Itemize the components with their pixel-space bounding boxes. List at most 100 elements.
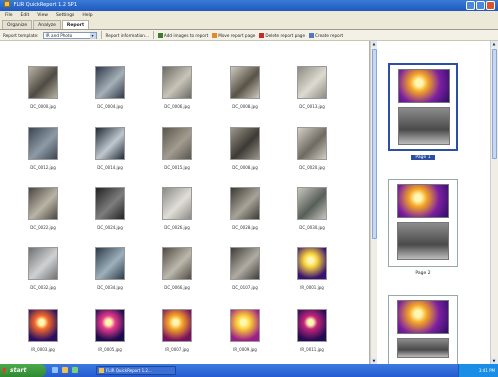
window-titlebar[interactable]: FLIR QuickReport 1.2 SP1	[0, 0, 498, 11]
delete-page-button[interactable]: Delete report page	[259, 32, 305, 38]
report-page-thumbnail[interactable]	[388, 295, 458, 365]
tab-analyze[interactable]: Analyze	[33, 20, 61, 29]
thumbnail-caption: DC_0013.jpg	[299, 104, 325, 109]
photo-image	[95, 127, 125, 160]
thermal-image	[397, 300, 449, 334]
move-page-button[interactable]: Move report page	[212, 32, 255, 38]
quicklaunch-desktop-icon[interactable]	[72, 367, 78, 373]
thumbnail-caption: IR_0003.jpg	[31, 347, 55, 352]
page-label: Page 1	[388, 155, 458, 160]
photo-image	[397, 222, 449, 260]
gallery-thumbnail[interactable]: DC_0066.jpg	[148, 247, 208, 303]
thermal-image	[162, 309, 192, 342]
clock: 3:41 PM	[478, 368, 495, 373]
start-button[interactable]: start	[0, 364, 46, 377]
gallery-thumbnail[interactable]: DC_0034.jpg	[81, 247, 141, 303]
template-select[interactable]: IR and Photo ▾	[42, 31, 97, 39]
report-info-label: Report information...	[105, 32, 149, 38]
thumbnail-caption: DC_0032.jpg	[30, 285, 56, 290]
gallery-thumbnail[interactable]: IR_0003.jpg	[14, 309, 74, 365]
gallery-thumbnail[interactable]: DC_0024.jpg	[81, 187, 141, 243]
tab-report[interactable]: Report	[61, 20, 90, 29]
gallery-thumbnail[interactable]: DC_0022.jpg	[14, 187, 74, 243]
gallery-thumbnail[interactable]: DC_0032.jpg	[14, 247, 74, 303]
delete-page-icon	[259, 32, 265, 38]
gallery-thumbnail[interactable]: DC_0008.jpg	[216, 66, 276, 122]
report-info-button[interactable]: Report information...	[106, 33, 149, 38]
gallery-thumbnail[interactable]: DC_0013.jpg	[283, 66, 343, 122]
gallery-thumbnail[interactable]: DC_0004.jpg	[81, 66, 141, 122]
gallery-thumbnail[interactable]: DC_0030.jpg	[283, 187, 343, 243]
menu-bar: File Edit View Settings Help	[0, 11, 498, 20]
menu-file[interactable]: File	[5, 11, 13, 20]
close-button[interactable]	[486, 1, 495, 10]
thumbnail-caption: DC_0034.jpg	[97, 285, 123, 290]
gallery-thumbnail[interactable]: DC_0012.jpg	[14, 127, 74, 183]
template-label: Report template:	[3, 32, 39, 38]
report-page-thumbnail[interactable]	[388, 63, 458, 151]
tab-organize[interactable]: Organize	[2, 20, 33, 29]
photo-image	[162, 187, 192, 220]
gallery-thumbnail[interactable]: DC_0028.jpg	[216, 187, 276, 243]
menu-settings[interactable]: Settings	[56, 11, 74, 20]
app-icon	[4, 1, 10, 7]
photo-image	[397, 338, 449, 358]
quicklaunch-ie-icon[interactable]	[52, 367, 58, 373]
gallery-thumbnail[interactable]: DC_0006.jpg	[148, 66, 208, 122]
quicklaunch-folder-icon[interactable]	[62, 367, 68, 373]
thumbnail-caption: DC_0020.jpg	[299, 165, 325, 170]
gallery-thumbnail[interactable]: IR_0009.jpg	[216, 309, 276, 365]
taskbar-item-quickreport[interactable]: FLIR QuickReport 1.2...	[96, 366, 176, 375]
thermal-image	[398, 69, 450, 103]
add-images-label: Add images to report	[163, 32, 209, 38]
gallery-thumbnail[interactable]: DC_0020.jpg	[283, 127, 343, 183]
photo-image	[230, 247, 260, 280]
gallery-thumbnail[interactable]: DC_0000.jpg	[14, 66, 74, 122]
image-gallery: DC_0000.jpg DC_0004.jpg DC_0006.jpg DC_0008…	[0, 41, 370, 364]
page-label: Page 2	[388, 271, 458, 276]
thumbnail-caption: IR_0001.jpg	[300, 285, 324, 290]
thermal-image	[230, 309, 260, 342]
move-page-icon	[212, 32, 218, 38]
thumbnail-caption: DC_0028.jpg	[232, 225, 258, 230]
menu-edit[interactable]: Edit	[21, 11, 30, 20]
thumbnail-caption: IR_0005.jpg	[98, 347, 122, 352]
menu-help[interactable]: Help	[82, 11, 92, 20]
thermal-image	[297, 247, 327, 280]
thumbnail-caption: DC_0006.jpg	[164, 104, 190, 109]
add-images-button[interactable]: Add images to report	[157, 32, 209, 38]
photo-image	[297, 187, 327, 220]
gallery-scroll-thumb[interactable]	[372, 49, 377, 239]
gallery-thumbnail[interactable]: DC_0026.jpg	[148, 187, 208, 243]
gallery-scrollbar[interactable]: ▲ ▼	[370, 41, 377, 364]
menu-view[interactable]: View	[37, 11, 48, 20]
report-page-thumbnail[interactable]	[388, 179, 458, 267]
gallery-thumbnail[interactable]: IR_0005.jpg	[81, 309, 141, 365]
photo-image	[95, 247, 125, 280]
scroll-up-icon[interactable]: ▲	[371, 41, 377, 47]
gallery-thumbnail[interactable]: DC_0015.jpg	[148, 127, 208, 183]
pages-scroll-thumb[interactable]	[492, 49, 497, 159]
maximize-button[interactable]	[476, 1, 485, 10]
thumbnail-caption: DC_0026.jpg	[164, 225, 190, 230]
pages-scrollbar[interactable]: ▲ ▼	[490, 41, 498, 364]
thermal-image	[28, 309, 58, 342]
thumbnail-caption: DC_0015.jpg	[164, 165, 190, 170]
scroll-up-icon[interactable]: ▲	[491, 41, 497, 47]
photo-image	[162, 247, 192, 280]
photo-image	[95, 187, 125, 220]
gallery-thumbnail[interactable]: IR_0001.jpg	[283, 247, 343, 303]
gallery-thumbnail[interactable]: DC_0014.jpg	[81, 127, 141, 183]
gallery-thumbnail[interactable]: DC_0107.jpg	[216, 247, 276, 303]
gallery-thumbnail[interactable]: IR_0007.jpg	[148, 309, 208, 365]
thumbnail-caption: DC_0107.jpg	[232, 285, 258, 290]
page-label-text: Page 1	[411, 155, 435, 160]
photo-image	[162, 127, 192, 160]
minimize-button[interactable]	[466, 1, 475, 10]
gallery-thumbnail[interactable]: DC_0008.jpg	[216, 127, 276, 183]
thumbnail-caption: IR_0009.jpg	[233, 347, 257, 352]
create-report-button[interactable]: Create report	[309, 32, 343, 38]
thumbnail-caption: DC_0008.jpg	[232, 104, 258, 109]
gallery-thumbnail[interactable]: IR_0011.jpg	[283, 309, 343, 365]
start-label: start	[10, 367, 27, 374]
